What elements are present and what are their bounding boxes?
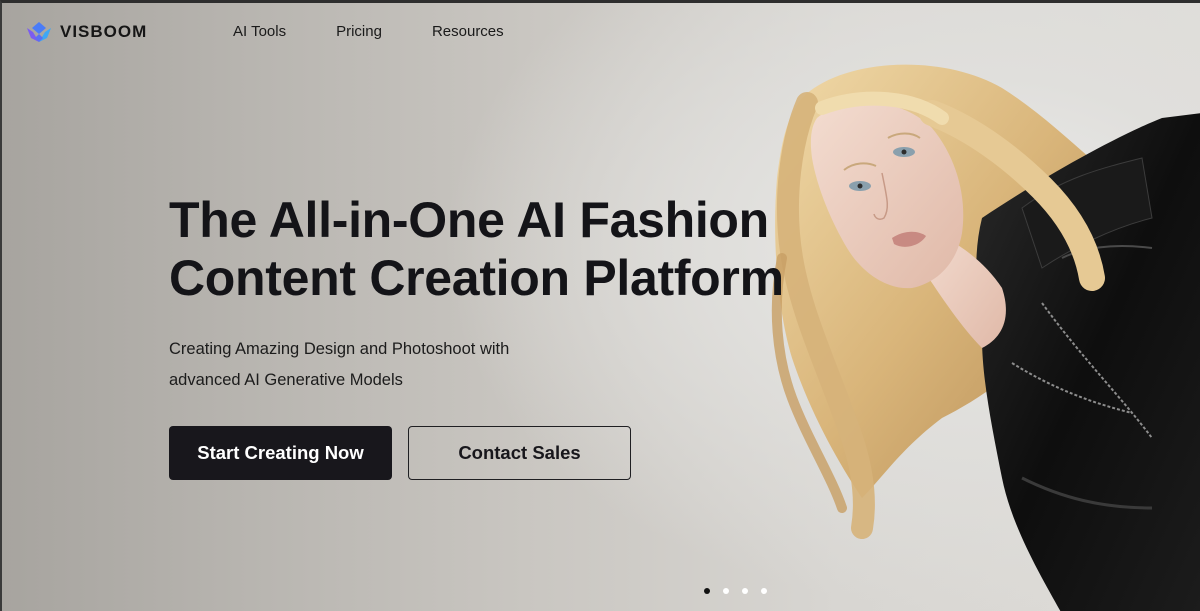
nav-item-resources[interactable]: Resources: [432, 23, 504, 40]
main-nav: AI Tools Pricing Resources: [233, 23, 554, 40]
start-creating-button[interactable]: Start Creating Now: [169, 426, 392, 480]
contact-sales-button[interactable]: Contact Sales: [408, 426, 631, 480]
carousel-dot[interactable]: [761, 588, 767, 594]
carousel-dot[interactable]: [723, 588, 729, 594]
hero-subtitle-line-1: Creating Amazing Design and Photoshoot w…: [169, 340, 510, 358]
carousel-indicators: [704, 588, 767, 594]
nav-item-pricing[interactable]: Pricing: [336, 23, 382, 40]
hero-subtitle: Creating Amazing Design and Photoshoot w…: [169, 334, 589, 396]
hero-headline-line-2: Content Creation Platform: [169, 250, 784, 306]
hero-section: VISBOOM AI Tools Pricing Resources The A…: [0, 0, 1200, 611]
brand-logo[interactable]: VISBOOM: [24, 19, 147, 45]
hero-headline: The All-in-One AI Fashion Content Creati…: [169, 191, 889, 307]
visboom-logo-icon: [27, 22, 51, 42]
hero-model-image: [771, 64, 1200, 611]
hero-headline-line-1: The All-in-One AI Fashion: [169, 192, 769, 248]
carousel-dot[interactable]: [704, 588, 710, 594]
hero-subtitle-line-2: advanced AI Generative Models: [169, 371, 403, 389]
brand-name: VISBOOM: [60, 22, 148, 41]
nav-item-ai-tools[interactable]: AI Tools: [233, 23, 286, 40]
carousel-dot[interactable]: [742, 588, 748, 594]
